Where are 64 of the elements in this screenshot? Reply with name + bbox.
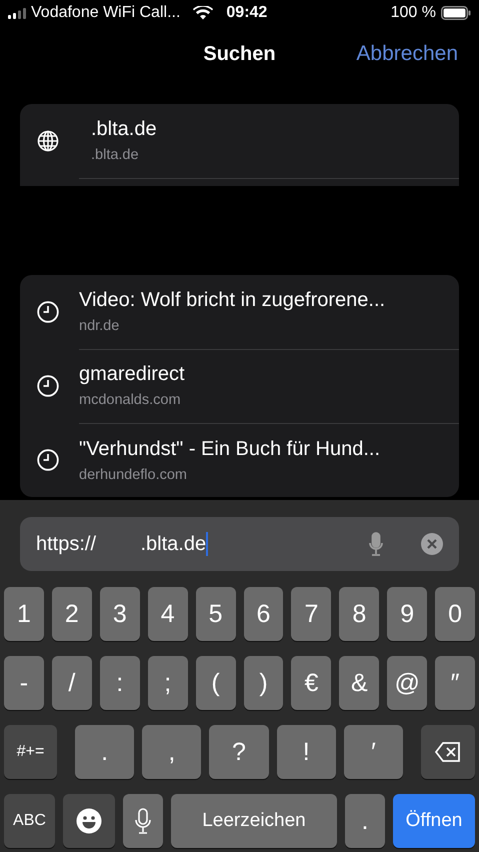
- key[interactable]: ′: [344, 725, 404, 779]
- key[interactable]: !: [276, 725, 336, 779]
- mode-key[interactable]: ABC: [4, 794, 55, 848]
- suggestion-row[interactable]: gmaredirect mcdonalds.com: [20, 349, 459, 423]
- key[interactable]: (: [196, 656, 236, 710]
- suggestion-title: .blta.de: [90, 118, 158, 141]
- suggestion-url: ndr.de: [79, 318, 120, 334]
- suggestion-row[interactable]: "Verhundst" - Ein Buch für Hund... derhundeflo.com: [20, 423, 459, 497]
- key[interactable]: ): [244, 656, 284, 710]
- suggestion-url: derhundeflo.com: [79, 466, 188, 482]
- key[interactable]: 1: [4, 587, 44, 641]
- backspace-key[interactable]: [421, 725, 476, 779]
- clock-time: 09:42: [226, 4, 268, 22]
- suggestion-title: "Verhundst" - Ein Buch für Hund...: [79, 438, 382, 460]
- key[interactable]: 4: [148, 587, 188, 641]
- space-key[interactable]: Leerzeichen: [171, 794, 337, 848]
- microphone-icon[interactable]: [369, 532, 383, 556]
- cancel-button[interactable]: Abbrechen: [356, 42, 458, 66]
- suggestion-url: .blta.de: [90, 147, 140, 163]
- clock-icon: [37, 375, 59, 397]
- key[interactable]: /: [52, 656, 92, 710]
- key[interactable]: .: [345, 794, 385, 848]
- text-cursor: [206, 532, 208, 556]
- key[interactable]: .: [75, 725, 134, 779]
- key[interactable]: 0: [435, 587, 476, 641]
- battery-percent: 100 %: [390, 4, 436, 22]
- emoji-icon: [76, 808, 102, 834]
- suggestion-row[interactable]: Video: Wolf bricht in zugefrorene... ndr.de: [20, 275, 459, 349]
- key[interactable]: 5: [196, 587, 236, 641]
- url-text: https:// .blta.de: [36, 532, 206, 556]
- key[interactable]: ″: [435, 656, 476, 710]
- clear-icon[interactable]: [421, 533, 443, 555]
- clock-icon: [37, 449, 59, 471]
- suggestion-url: mcdonalds.com: [79, 392, 182, 408]
- carrier-name: Vodafone WiFi Call...: [31, 4, 180, 22]
- key[interactable]: 8: [339, 587, 380, 641]
- suggestion-title: gmaredirect: [79, 363, 186, 386]
- open-button[interactable]: Öffnen: [393, 794, 475, 848]
- page-title: Suchen: [203, 42, 276, 66]
- key[interactable]: ?: [209, 725, 269, 779]
- battery-icon: [441, 6, 471, 20]
- backspace-icon: [435, 742, 462, 762]
- key[interactable]: @: [387, 656, 428, 710]
- key[interactable]: &: [339, 656, 380, 710]
- signal-icon: [8, 8, 26, 18]
- key[interactable]: ,: [142, 725, 202, 779]
- key[interactable]: 6: [244, 587, 284, 641]
- key[interactable]: €: [291, 656, 332, 710]
- dictation-key[interactable]: [123, 794, 163, 848]
- key[interactable]: 2: [52, 587, 92, 641]
- url-field[interactable]: https:// .blta.de: [20, 517, 459, 571]
- wifi-icon: [193, 6, 214, 20]
- key[interactable]: 3: [100, 587, 140, 641]
- key[interactable]: -: [4, 656, 44, 710]
- key[interactable]: :: [100, 656, 140, 710]
- key[interactable]: 7: [291, 587, 332, 641]
- microphone-icon: [135, 808, 151, 834]
- key[interactable]: 9: [387, 587, 428, 641]
- mode-key[interactable]: #+=: [4, 725, 57, 779]
- emoji-key[interactable]: [63, 794, 115, 848]
- suggestion-title: Video: Wolf bricht in zugefrorene...: [79, 289, 386, 312]
- key[interactable]: ;: [148, 656, 188, 710]
- clock-icon: [37, 301, 59, 323]
- globe-icon: [37, 130, 59, 152]
